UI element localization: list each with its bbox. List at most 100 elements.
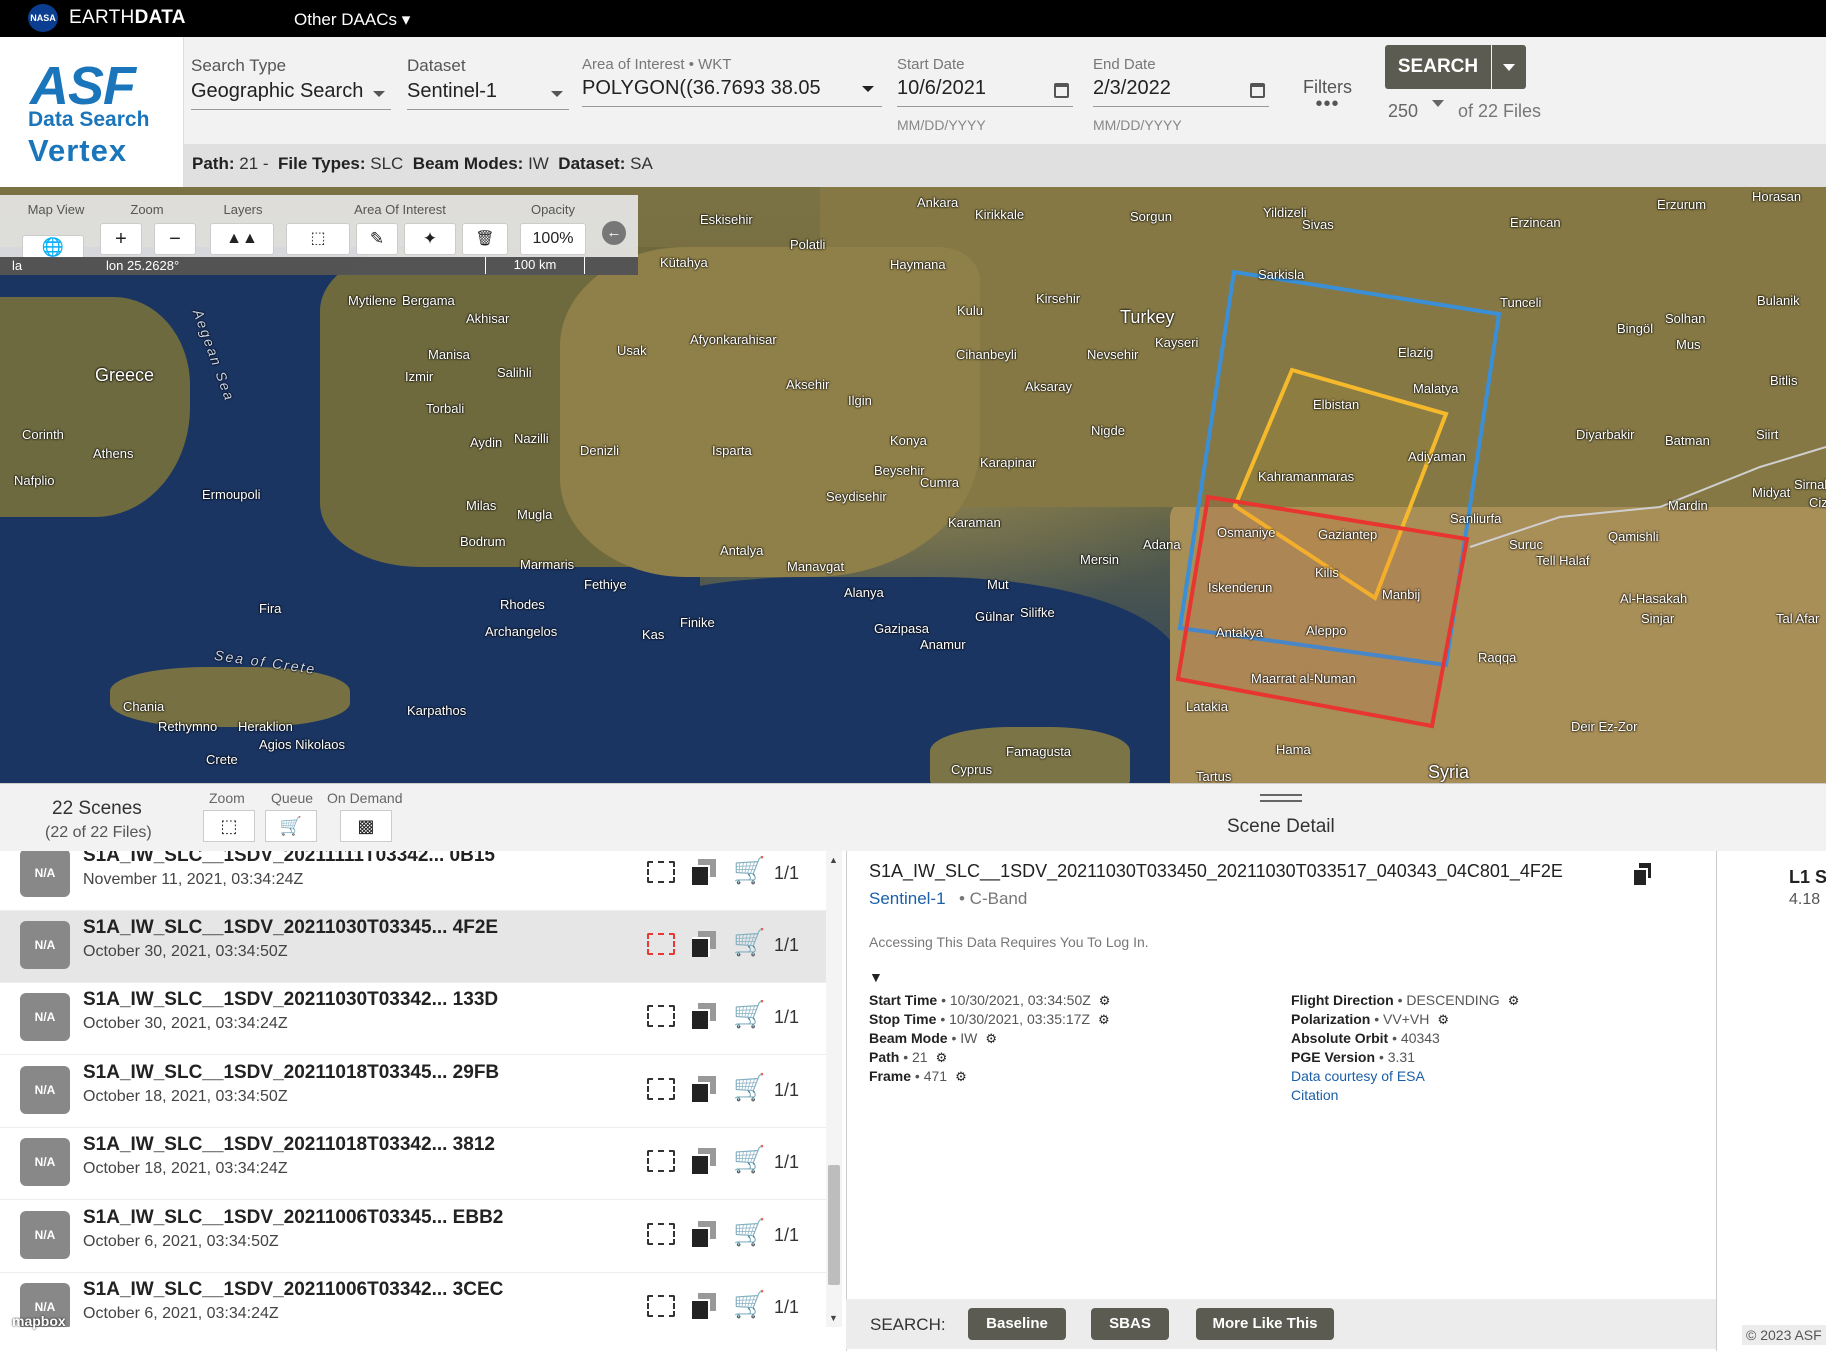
zoom-to-scene-icon[interactable]: [647, 933, 675, 955]
zoom-to-scene-icon[interactable]: [647, 1295, 675, 1317]
chevron-down-icon[interactable]: [862, 86, 874, 92]
gear-icon[interactable]: ⚙: [1099, 993, 1111, 1009]
zoom-out-button[interactable]: −: [154, 223, 196, 255]
search-type-select[interactable]: Geographic Search: [191, 80, 391, 110]
map-place-label: Rhodes: [500, 597, 545, 612]
magic-draw-icon[interactable]: ✦: [404, 223, 456, 255]
collapse-toolbar-icon[interactable]: ←: [602, 221, 626, 245]
esa-courtesy-link[interactable]: Data courtesy of ESA: [1291, 1068, 1425, 1084]
map-place-label: Sinjar: [1641, 611, 1675, 626]
cart-icon[interactable]: 🛒: [733, 1144, 765, 1175]
cart-icon[interactable]: 🛒: [733, 1289, 765, 1320]
zoom-to-scene-icon[interactable]: [647, 1005, 675, 1027]
zoom-to-scene-icon[interactable]: [647, 861, 675, 883]
calendar-icon[interactable]: [1054, 83, 1069, 98]
filters-button[interactable]: Filters •••: [1303, 77, 1352, 114]
gear-icon[interactable]: ⚙: [1098, 1012, 1110, 1028]
scene-thumbnail[interactable]: N/A: [20, 1066, 70, 1114]
aoi-value: POLYGON((36.7693 38.05: [582, 77, 821, 99]
panel-resize-handle[interactable]: [1260, 794, 1302, 802]
nasa-logo[interactable]: NASA: [28, 4, 58, 32]
scene-thumbnail[interactable]: N/A: [20, 1138, 70, 1186]
cart-icon[interactable]: 🛒: [733, 1072, 765, 1103]
map-place-label: Mardin: [1668, 498, 1708, 513]
map-place-label: Anamur: [920, 637, 966, 652]
on-demand-icon[interactable]: [692, 931, 716, 957]
gear-icon[interactable]: ⚙: [955, 1069, 967, 1085]
summary-filetypes-label: File Types:: [277, 154, 366, 173]
globe-icon[interactable]: 🌐: [22, 235, 84, 259]
end-date-input[interactable]: 2/3/2022: [1093, 77, 1269, 107]
chevron-down-icon[interactable]: [1432, 100, 1444, 107]
scene-row[interactable]: N/A S1A_IW_SLC__1SDV_20211018T03345... 29…: [0, 1056, 826, 1128]
map-canvas[interactable]: Eskisehir Ankara Kirikkale Sorgun Yildizeli S…: [0, 187, 1826, 783]
scene-thumbnail[interactable]: N/A: [20, 921, 70, 969]
gear-icon[interactable]: ⚙: [1437, 1012, 1449, 1028]
map-place-label: Usak: [617, 343, 647, 358]
end-date-field: End Date 2/3/2022 MM/DD/YYYY: [1093, 56, 1269, 133]
sbas-button[interactable]: SBAS: [1091, 1308, 1169, 1340]
opacity-input[interactable]: 100%: [520, 223, 586, 255]
scroll-up-icon[interactable]: ▲: [829, 855, 838, 865]
search-button[interactable]: SEARCH: [1385, 45, 1491, 89]
scene-row[interactable]: N/A S1A_IW_SLC__1SDV_20211006T03342... 3C…: [0, 1273, 826, 1327]
on-demand-icon[interactable]: [692, 1148, 716, 1174]
earthdata-brand[interactable]: EARTHDATA: [69, 7, 186, 29]
scroll-down-icon[interactable]: ▼: [829, 1313, 838, 1323]
calendar-icon[interactable]: [1250, 83, 1265, 98]
scene-row[interactable]: N/A S1A_IW_SLC__1SDV_20211111T03342... 0B…: [0, 851, 826, 911]
more-like-this-button[interactable]: More Like This: [1196, 1308, 1334, 1340]
pencil-icon[interactable]: ✎: [356, 223, 398, 255]
draw-box-icon[interactable]: ⬚: [286, 223, 350, 255]
max-results-select[interactable]: 250: [1388, 101, 1418, 122]
baseline-button[interactable]: Baseline: [968, 1308, 1066, 1340]
mountain-layers-icon[interactable]: ▲▲: [210, 223, 274, 255]
citation-link[interactable]: Citation: [1291, 1087, 1338, 1103]
zoom-to-scene-icon[interactable]: [647, 1223, 675, 1245]
add-all-cart-icon[interactable]: 🛒: [265, 810, 317, 842]
scene-row[interactable]: N/A S1A_IW_SLC__1SDV_20211006T03345... EB…: [0, 1201, 826, 1273]
scene-thumbnail[interactable]: N/A: [20, 993, 70, 1041]
aoi-wkt-input[interactable]: POLYGON((36.7693 38.05: [582, 77, 882, 107]
trash-icon[interactable]: 🗑: [462, 223, 508, 255]
on-demand-all-icon[interactable]: ▩: [340, 810, 392, 842]
dataset-select[interactable]: Sentinel-1: [407, 80, 569, 110]
search-options-dropdown[interactable]: [1492, 45, 1526, 89]
map-place-label: Aksehir: [786, 377, 830, 392]
on-demand-icon[interactable]: [692, 1221, 716, 1247]
scene-thumbnail[interactable]: N/A: [20, 851, 70, 897]
scrollbar-thumb[interactable]: [828, 1165, 840, 1285]
gear-icon[interactable]: ⚙: [936, 1050, 948, 1066]
gear-icon[interactable]: ⚙: [985, 1031, 997, 1047]
start-date-input[interactable]: 10/6/2021: [897, 77, 1073, 107]
summary-beam-label: Beam Modes:: [412, 154, 524, 173]
platform-link[interactable]: Sentinel-1: [869, 889, 946, 909]
footer-search-label: SEARCH:: [870, 1315, 946, 1334]
on-demand-icon[interactable]: [692, 859, 716, 885]
scene-row[interactable]: N/A S1A_IW_SLC__1SDV_20211030T03342... 13…: [0, 983, 826, 1055]
scene-thumbnail[interactable]: N/A: [20, 1211, 70, 1259]
scene-row[interactable]: N/A S1A_IW_SLC__1SDV_20211018T03342... 38…: [0, 1128, 826, 1200]
copy-icon[interactable]: [1634, 863, 1652, 885]
stop-time-label: Stop Time: [869, 1011, 937, 1027]
gear-icon[interactable]: ⚙: [1508, 993, 1520, 1009]
expand-toggle-icon[interactable]: ▼: [869, 969, 883, 985]
map-place-label: Kirsehir: [1036, 291, 1081, 306]
other-daacs-menu[interactable]: Other DAACs ▾: [294, 10, 410, 30]
cart-icon[interactable]: 🛒: [733, 1217, 765, 1248]
path-value: • 21: [903, 1049, 928, 1065]
on-demand-icon[interactable]: [692, 1076, 716, 1102]
zoom-in-button[interactable]: +: [100, 223, 142, 255]
on-demand-icon[interactable]: [692, 1003, 716, 1029]
zoom-to-scene-icon[interactable]: [647, 1078, 675, 1100]
scene-row[interactable]: N/A S1A_IW_SLC__1SDV_20211030T03345... 4F…: [0, 911, 826, 983]
asf-vertex-logo[interactable]: ASF Data Search Vertex: [0, 37, 184, 187]
cart-icon[interactable]: 🛒: [733, 855, 765, 886]
cart-icon[interactable]: 🛒: [733, 927, 765, 958]
cart-icon[interactable]: 🛒: [733, 999, 765, 1030]
zoom-to-results-button[interactable]: ⬚: [203, 810, 255, 842]
on-demand-icon[interactable]: [692, 1293, 716, 1319]
map-place-label: Adiyaman: [1408, 449, 1466, 464]
map-place-label: Nigde: [1091, 423, 1125, 438]
zoom-to-scene-icon[interactable]: [647, 1150, 675, 1172]
